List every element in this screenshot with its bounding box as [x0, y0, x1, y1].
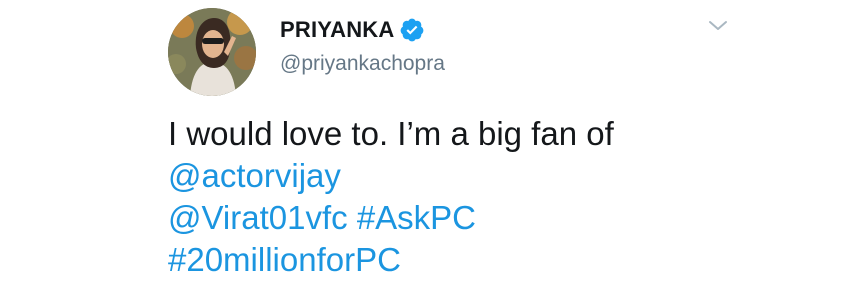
tweet-card: PRIYANKA @priyankachopra I would love to…: [0, 0, 851, 283]
mention-link[interactable]: @actorvijay: [168, 157, 341, 194]
hashtag-link[interactable]: #AskPC: [357, 199, 476, 236]
mention-link[interactable]: @Virat01vfc: [168, 199, 348, 236]
author-handle[interactable]: @priyankachopra: [280, 52, 445, 76]
avatar[interactable]: [168, 8, 256, 96]
tweet-text: I would love to. I’m a big fan of @actor…: [168, 113, 768, 281]
author-name-row: PRIYANKA: [280, 16, 425, 44]
author-display-name[interactable]: PRIYANKA: [280, 17, 394, 43]
tweet-text-line: I would love to. I’m a big fan of: [168, 115, 614, 152]
chevron-down-icon[interactable]: [706, 16, 730, 36]
hashtag-link[interactable]: #20millionforPC: [168, 241, 401, 278]
verified-badge-icon: [401, 18, 424, 42]
